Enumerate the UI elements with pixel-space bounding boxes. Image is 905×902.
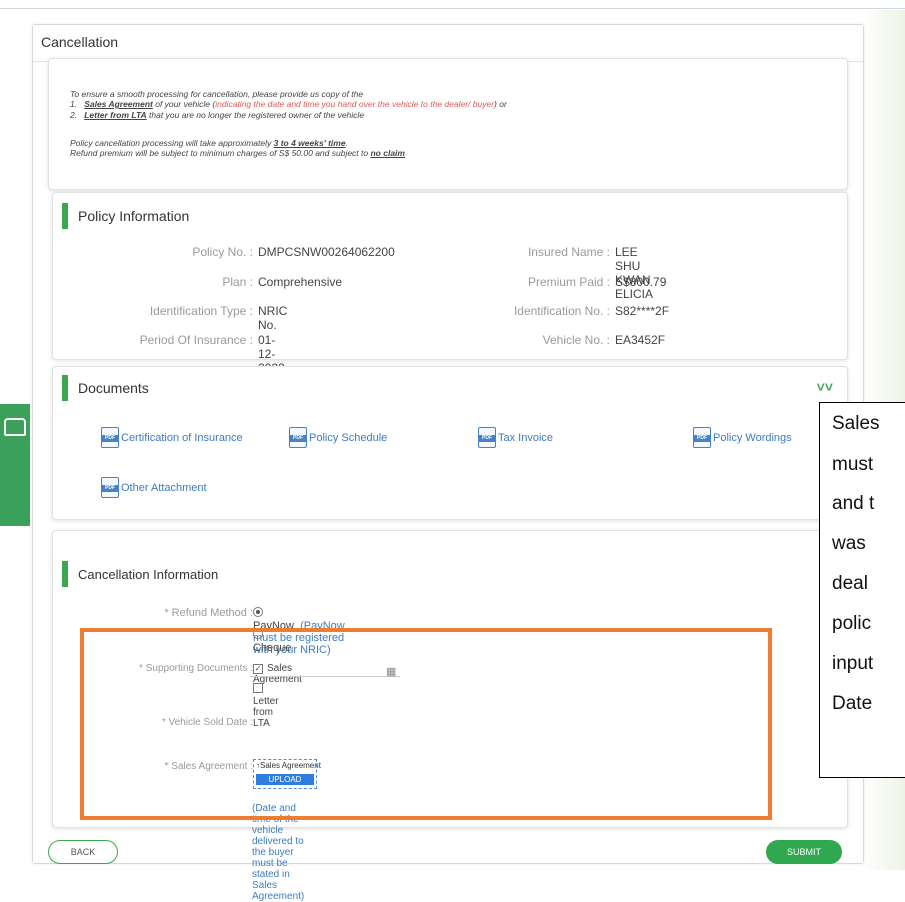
id-type-label: Identification Type : [149,304,253,318]
pdf-icon: PDF [101,427,119,448]
premium-label: Premium Paid : [527,275,610,289]
id-type-value: NRIC No. [258,304,288,332]
period-label: Period Of Insurance : [139,333,253,347]
processing-text: Policy cancellation processing will take… [70,138,274,148]
vehicle-label: Vehicle No. : [542,333,610,347]
sales-agreement-link[interactable]: Sales Agreement [84,99,153,109]
section-accent-bar [62,203,68,229]
pdf-icon: PDF [693,427,711,448]
notice-item-2-text: that you are no longer the registered ow… [146,110,365,120]
doc-link-label: Certification of Insurance [121,431,243,444]
callout-line: and t [832,493,875,514]
id-no-label: Identification No. : [513,304,610,318]
plan-value: Comprehensive [258,275,343,289]
car-icon [4,418,26,436]
doc-link-other-attachment[interactable]: PDF Other Attachment [101,477,207,498]
notice-processing: Policy cancellation processing will take… [70,138,348,148]
pdf-icon: PDF [289,427,307,448]
insured-name-value: LEE SHU KWAN ELICIA [615,245,654,301]
notice-card: To ensure a smooth processing for cancel… [48,58,848,190]
no-claim-text: no claim [370,148,405,158]
cancellation-section-header: Cancellation Information [62,561,218,587]
policy-no-label: Policy No. : [192,245,253,259]
page-title: Cancellation [41,34,119,50]
insured-name-label: Insured Name : [527,245,610,259]
callout-line: was [832,533,866,554]
vehicle-value: EA3452F [615,333,666,347]
doc-link-certification[interactable]: PDF Certification of Insurance [101,427,243,448]
top-border [0,8,905,9]
submit-button[interactable]: SUBMIT [766,840,842,864]
notice-intro: To ensure a smooth processing for cancel… [70,89,364,99]
callout-line: Sales [832,413,880,434]
processing-duration: 3 to 4 weeks' time [273,138,346,148]
section-accent-bar [62,375,68,401]
doc-link-label: Policy Wordings [713,431,792,444]
notice-item-1-number: 1. [70,99,78,109]
section-accent-bar [62,561,68,587]
side-tab[interactable] [0,404,30,526]
notice-item-1-text: of your vehicle ( [152,99,216,109]
notice-item-2: 2. Letter from LTA that you are no longe… [70,110,364,120]
doc-link-policy-wordings[interactable]: PDF Policy Wordings [693,427,792,448]
doc-link-label: Policy Schedule [309,431,388,444]
doc-link-label: Other Attachment [121,481,207,494]
doc-link-tax-invoice[interactable]: PDF Tax Invoice [478,427,553,448]
notice-item-1: 1. Sales Agreement of your vehicle (indi… [70,99,507,109]
plan-label: Plan : [222,275,253,289]
doc-link-policy-schedule[interactable]: PDF Policy Schedule [289,427,387,448]
id-no-value: S82****2F [615,304,670,318]
notice-item-2-number: 2. [70,110,78,120]
callout-line: polic [832,613,872,634]
processing-end: . [345,138,348,148]
policy-information-card: Policy Information Policy No. : DMPCSNW0… [52,192,848,431]
letter-from-lta-link[interactable]: Letter from LTA [84,110,147,120]
callout-line: deal [832,573,868,594]
notice-refund: Refund premium will be subject to minimu… [70,148,405,158]
premium-value: S$800.79 [615,275,667,289]
callout-line: input [832,653,874,674]
callout-line: must [832,454,874,475]
documents-section-title: Documents [78,380,149,396]
pdf-icon: PDF [101,477,119,498]
doc-link-label: Tax Invoice [498,431,554,444]
documents-card: Documents ˅˅ PDF Certification of Insura… [52,366,848,520]
notice-item-1-end: ) or [494,99,507,109]
cancellation-section-title: Cancellation Information [78,566,219,582]
back-button[interactable]: BACK [48,840,118,864]
policy-section-title: Policy Information [78,208,190,224]
pdf-icon: PDF [478,427,496,448]
documents-section-header: Documents [62,375,149,401]
notice-item-1-red: indicating the date and time you hand ov… [215,99,495,109]
paynow-radio[interactable] [253,607,263,617]
policy-section-header: Policy Information [62,203,189,229]
policy-no-value: DMPCSNW00264062200 [258,245,395,259]
refund-method-label: * Refund Method : [164,607,253,619]
chevron-double-down-icon[interactable]: ˅˅ [817,379,833,395]
refund-text: Refund premium will be subject to minimu… [70,148,371,158]
annotation-callout: Sales must and t was deal polic input Da… [819,402,905,778]
callout-line: Date [832,693,873,714]
highlight-box [80,628,772,820]
